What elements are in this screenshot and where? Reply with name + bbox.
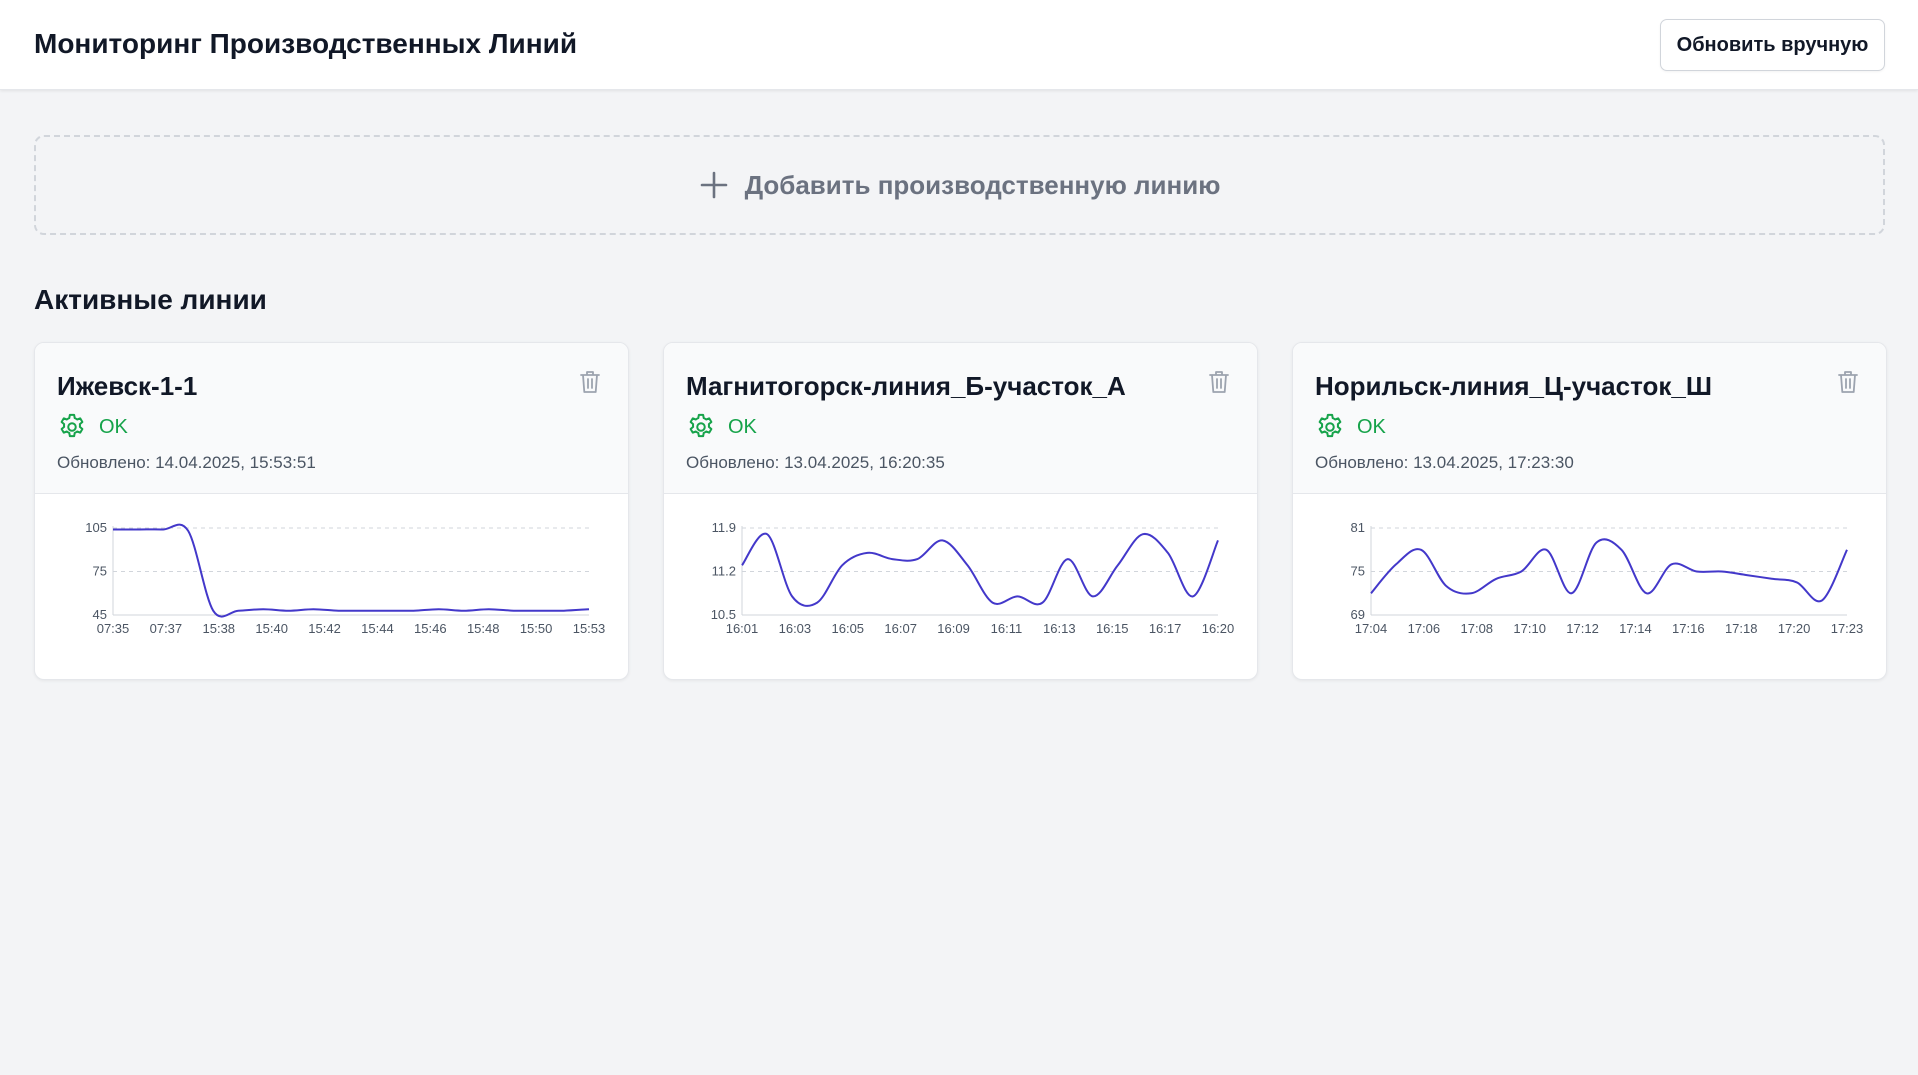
x-tick-label: 15:44 (361, 621, 394, 636)
x-tick-label: 17:20 (1778, 621, 1811, 636)
y-tick-label: 75 (93, 564, 107, 579)
card-header: Магнитогорск-линия_Б-участок_А OK Обновл… (664, 343, 1257, 494)
updated-timestamp: Обновлено: 13.04.2025, 16:20:35 (686, 453, 945, 472)
x-tick-label: 16:13 (1043, 621, 1076, 636)
x-tick-label: 15:42 (308, 621, 341, 636)
line-chart: 105 75 4507:35 07:37 15:38 15:40 15:42 15:44 15:… (85, 520, 606, 636)
x-tick-label: 17:14 (1619, 621, 1652, 636)
x-tick-label: 16:17 (1149, 621, 1182, 636)
page-title: Мониторинг Производственных Линий (34, 28, 578, 59)
status-indicator: OK (686, 412, 757, 442)
x-tick-label: 17:06 (1408, 621, 1441, 636)
x-tick-label: 16:15 (1096, 621, 1129, 636)
status-text: OK (1357, 415, 1386, 438)
line-card: Магнитогорск-линия_Б-участок_А OK Обновл… (663, 342, 1258, 680)
x-tick-label: 16:05 (832, 621, 865, 636)
gear-icon (689, 413, 713, 438)
y-tick-label: 81 (1351, 520, 1365, 535)
x-tick-label: 16:01 (726, 621, 759, 636)
x-tick-label: 17:10 (1513, 621, 1546, 636)
section-title: Активные линии (34, 284, 267, 315)
x-tick-label: 17:16 (1672, 621, 1705, 636)
updated-timestamp: Обновлено: 14.04.2025, 15:53:51 (57, 453, 316, 472)
status-indicator: OK (1315, 412, 1386, 442)
add-line-button[interactable]: Добавить производственную линию (34, 135, 1885, 235)
x-tick-label: 17:18 (1725, 621, 1758, 636)
x-tick-label: 17:08 (1461, 621, 1494, 636)
card-header: Норильск-линия_Ц-участок_Ш OK Обновлено:… (1293, 343, 1886, 494)
y-tick-label: 75 (1351, 564, 1365, 579)
gear-icon (60, 413, 84, 438)
y-tick-label: 105 (85, 520, 107, 535)
x-tick-label: 07:35 (97, 621, 130, 636)
card-title: Магнитогорск-линия_Б-участок_А (686, 371, 1126, 401)
trash-icon[interactable] (1207, 369, 1231, 395)
trash-icon[interactable] (578, 369, 602, 395)
plus-icon (700, 171, 727, 199)
x-tick-label: 17:23 (1831, 621, 1864, 636)
line-card: Ижевск-1-1 OK Обновлено: 14.04.2025, 15:… (34, 342, 629, 680)
card-title: Ижевск-1-1 (57, 371, 198, 401)
status-text: OK (99, 415, 128, 438)
y-tick-label: 10.5 (711, 607, 736, 622)
series-line (741, 532, 1219, 607)
refresh-button[interactable]: Обновить вручную (1660, 19, 1885, 71)
y-tick-label: 69 (1351, 607, 1365, 622)
x-tick-label: 15:50 (520, 621, 553, 636)
x-tick-label: 16:09 (937, 621, 970, 636)
x-tick-label: 15:46 (414, 621, 447, 636)
top-header: Мониторинг Производственных Линий Обнови… (0, 0, 1918, 90)
x-tick-label: 17:04 (1355, 621, 1388, 636)
series-line (1370, 538, 1848, 603)
line-card: Норильск-линия_Ц-участок_Ш OK Обновлено:… (1292, 342, 1887, 680)
gear-icon (1318, 413, 1342, 438)
y-tick-label: 11.9 (712, 520, 736, 535)
x-tick-label: 07:37 (150, 621, 183, 636)
x-tick-label: 15:40 (255, 621, 288, 636)
x-tick-label: 16:20 (1202, 621, 1235, 636)
line-chart: 81 75 6917:04 17:06 17:08 17:10 17:12 17:14 17:1… (1351, 520, 1864, 636)
updated-timestamp: Обновлено: 13.04.2025, 17:23:30 (1315, 453, 1574, 472)
card-header: Ижевск-1-1 OK Обновлено: 14.04.2025, 15:… (35, 343, 628, 494)
x-tick-label: 17:12 (1566, 621, 1599, 636)
y-tick-label: 45 (93, 607, 107, 622)
add-line-label: Добавить производственную линию (744, 169, 1221, 200)
line-chart: 11.9 11.2 10.516:01 16:03 16:05 16:07 16:09 16:… (711, 520, 1235, 636)
trash-icon[interactable] (1836, 369, 1860, 395)
series-line (113, 523, 590, 618)
status-text: OK (728, 415, 757, 438)
y-tick-label: 11.2 (712, 564, 736, 579)
x-tick-label: 15:38 (203, 621, 236, 636)
x-tick-label: 15:53 (573, 621, 606, 636)
x-tick-label: 16:07 (884, 621, 917, 636)
x-tick-label: 16:03 (779, 621, 812, 636)
card-title: Норильск-линия_Ц-участок_Ш (1315, 371, 1712, 401)
x-tick-label: 16:11 (991, 621, 1023, 636)
x-tick-label: 15:48 (467, 621, 500, 636)
status-indicator: OK (57, 412, 128, 442)
